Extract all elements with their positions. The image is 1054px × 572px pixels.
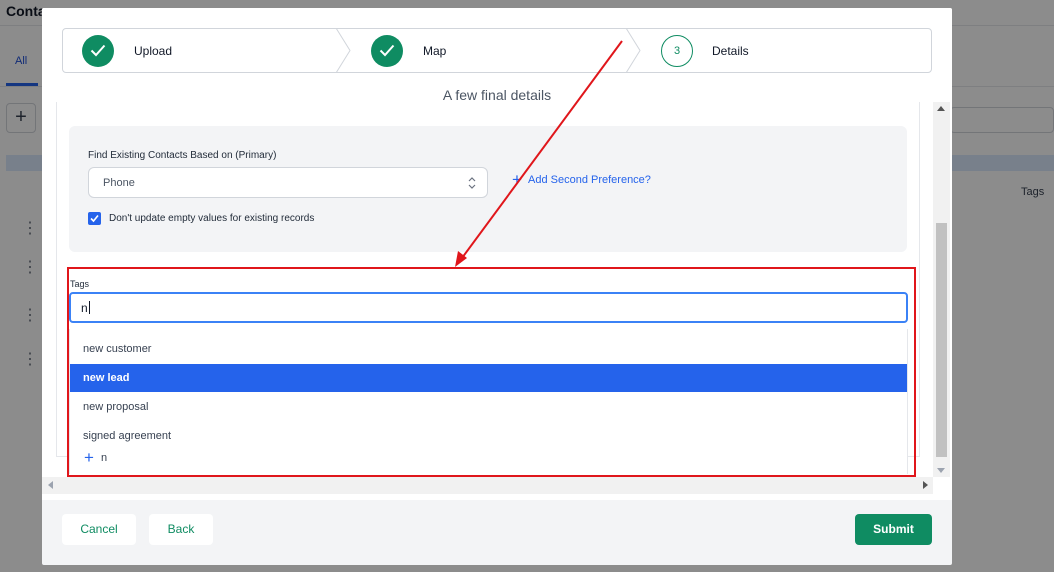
cancel-button[interactable]: Cancel <box>62 514 136 545</box>
modal-body: Upload Map 3 Details A few final details… <box>42 8 952 500</box>
check-icon <box>82 35 114 67</box>
tag-option-signed-agreement[interactable]: signed agreement <box>70 422 907 450</box>
import-details-modal: Upload Map 3 Details A few final details… <box>42 8 952 565</box>
step-separator-icon <box>626 29 641 72</box>
import-stepper: Upload Map 3 Details <box>62 28 932 73</box>
step-number: 3 <box>661 35 693 67</box>
scroll-up-arrow-icon[interactable] <box>937 106 945 111</box>
checkmark-icon <box>90 214 99 223</box>
check-icon <box>371 35 403 67</box>
tags-input[interactable]: n <box>69 292 908 323</box>
step-map[interactable]: Map <box>353 29 643 72</box>
section-title: A few final details <box>442 87 552 103</box>
step-separator-icon <box>336 29 351 72</box>
vertical-scrollbar[interactable] <box>933 102 950 477</box>
step-label: Upload <box>134 44 173 58</box>
updown-chevron-icon <box>468 177 476 189</box>
submit-button[interactable]: Submit <box>855 514 932 545</box>
scroll-down-arrow-icon[interactable] <box>937 468 945 473</box>
horizontal-scrollbar[interactable] <box>42 477 933 494</box>
step-label: Details <box>712 44 749 58</box>
add-second-preference-label: Add Second Preference? <box>528 174 651 186</box>
dont-update-empty-label: Don't update empty values for existing r… <box>109 213 315 224</box>
tag-option-new-customer[interactable]: new customer <box>70 335 907 363</box>
back-button[interactable]: Back <box>149 514 213 545</box>
dont-update-empty-checkbox[interactable] <box>88 212 101 225</box>
tags-dropdown: new customer new lead new proposal signe… <box>69 329 908 474</box>
scrollbar-thumb[interactable] <box>936 223 947 457</box>
tags-input-value: n <box>81 301 90 315</box>
tag-option-new-lead[interactable]: new lead <box>70 364 907 392</box>
create-tag-label: n <box>101 452 108 464</box>
tags-label: Tags <box>70 279 90 289</box>
plus-icon: + <box>512 170 522 189</box>
preference-panel: Find Existing Contacts Based on (Primary… <box>69 126 907 252</box>
scroll-right-arrow-icon[interactable] <box>923 481 928 489</box>
scroll-left-arrow-icon[interactable] <box>48 481 53 489</box>
step-label: Map <box>423 44 447 58</box>
primary-preference-label: Find Existing Contacts Based on (Primary… <box>88 150 277 161</box>
tag-option-new-proposal[interactable]: new proposal <box>70 393 907 421</box>
primary-preference-select[interactable]: Phone <box>88 167 488 198</box>
plus-icon: + <box>84 448 94 467</box>
step-upload[interactable]: Upload <box>63 29 353 72</box>
details-scroll-area: Find Existing Contacts Based on (Primary… <box>42 102 952 488</box>
step-details[interactable]: 3 Details <box>643 29 931 72</box>
text-caret <box>88 301 90 314</box>
select-value: Phone <box>103 177 135 189</box>
